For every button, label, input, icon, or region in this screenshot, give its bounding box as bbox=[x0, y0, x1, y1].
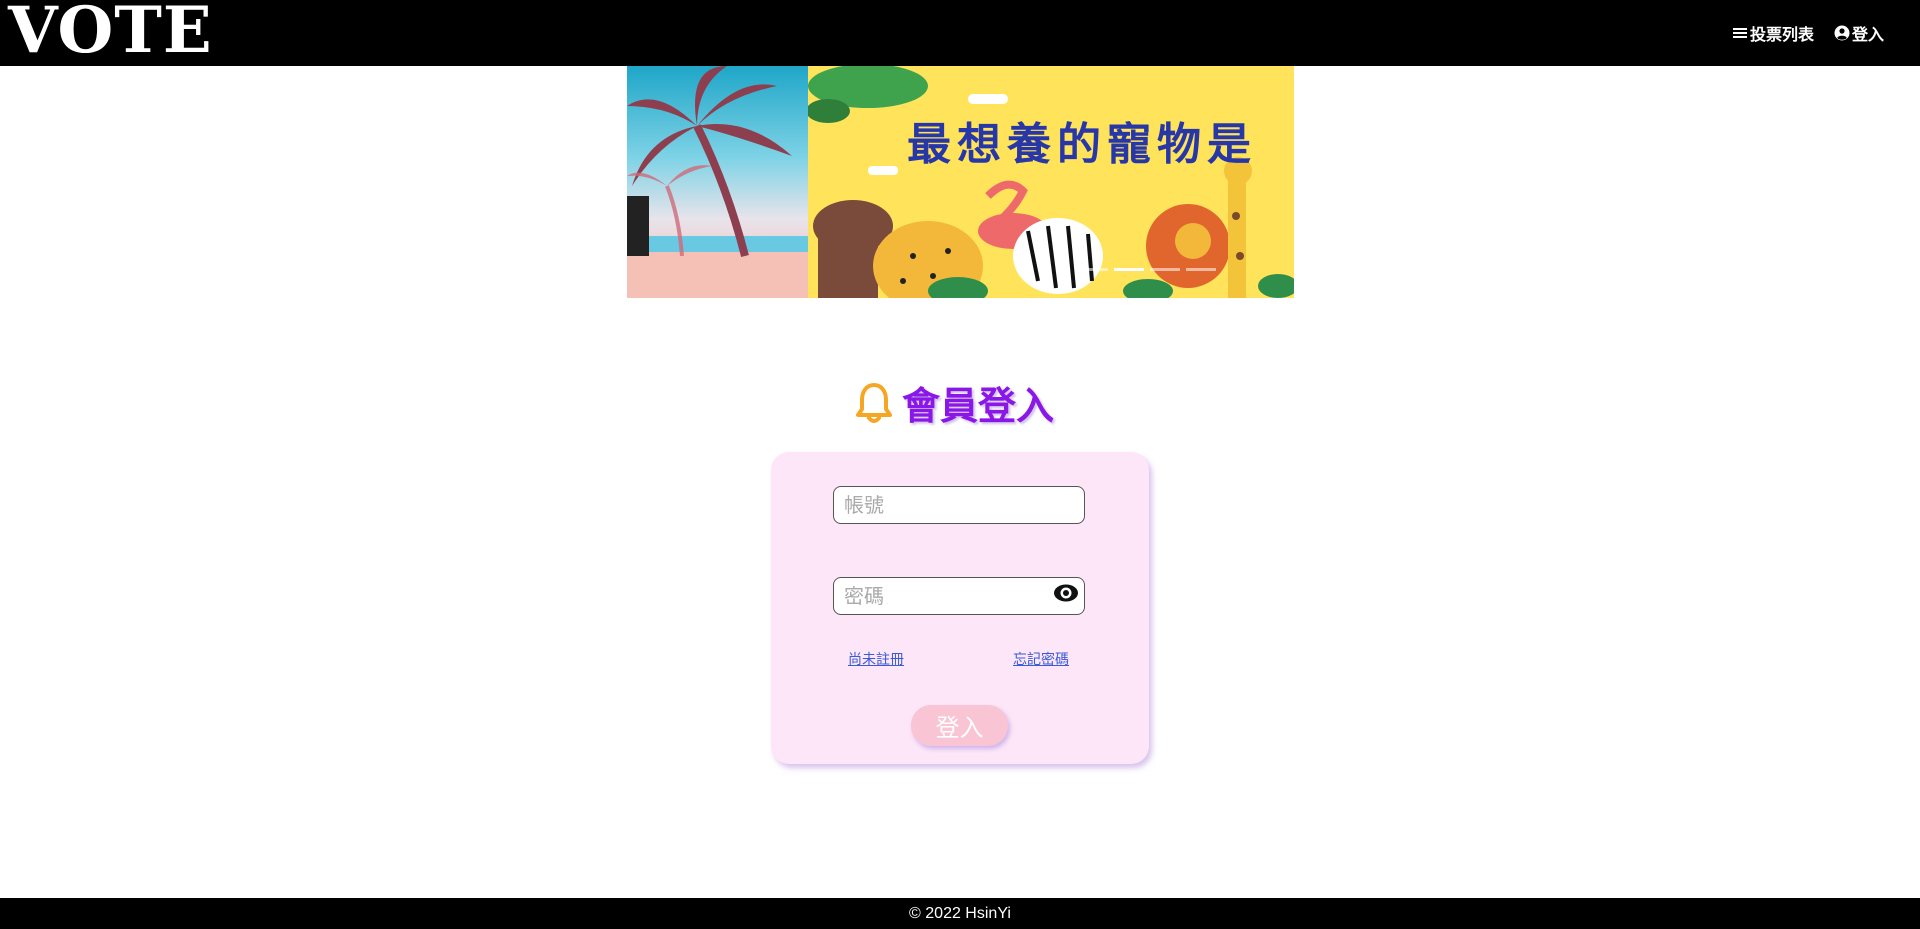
nav-vote-list-label: 投票列表 bbox=[1749, 25, 1814, 44]
show-password-eye-icon[interactable] bbox=[1053, 583, 1079, 603]
carousel-indicator[interactable] bbox=[1150, 268, 1180, 271]
username-input[interactable] bbox=[833, 486, 1085, 524]
bell-icon bbox=[856, 382, 892, 423]
carousel-slide-beach bbox=[627, 66, 808, 298]
password-input[interactable] bbox=[833, 577, 1085, 615]
footer: © 2022 HsinYi bbox=[0, 898, 1920, 929]
login-card: 尚未註冊 忘記密碼 登入 bbox=[771, 452, 1149, 764]
nav-login[interactable]: 登入 bbox=[1834, 21, 1884, 45]
banner-carousel[interactable]: 最想養的寵物是 bbox=[627, 66, 1294, 298]
site-logo[interactable]: VOTE bbox=[8, 0, 213, 64]
login-title: 會員登入 bbox=[902, 384, 1055, 428]
animals-illustration bbox=[806, 66, 1294, 298]
carousel-indicator-active[interactable] bbox=[1114, 268, 1144, 271]
carousel-indicator[interactable] bbox=[1078, 268, 1108, 271]
login-heading: 會員登入 bbox=[856, 375, 1054, 430]
carousel-indicators bbox=[1078, 268, 1216, 271]
banner-title: 最想養的寵物是 bbox=[907, 119, 1257, 170]
footer-copyright: © 2022 HsinYi bbox=[909, 905, 1011, 922]
menu-icon bbox=[1732, 28, 1747, 38]
nav-vote-list[interactable]: 投票列表 bbox=[1732, 21, 1814, 45]
carousel-slide-pets: 最想養的寵物是 bbox=[806, 66, 1294, 298]
nav-menu: 投票列表 登入 bbox=[1732, 0, 1884, 66]
user-circle-icon bbox=[1834, 25, 1850, 41]
top-navbar: VOTE 投票列表 登入 bbox=[0, 0, 1920, 66]
carousel-indicator[interactable] bbox=[1186, 268, 1216, 271]
register-link[interactable]: 尚未註冊 bbox=[848, 649, 904, 669]
login-submit-button[interactable]: 登入 bbox=[911, 705, 1008, 746]
nav-login-label: 登入 bbox=[1851, 25, 1884, 44]
forgot-password-link[interactable]: 忘記密碼 bbox=[1013, 649, 1069, 669]
palm-tree-illustration bbox=[627, 66, 808, 298]
